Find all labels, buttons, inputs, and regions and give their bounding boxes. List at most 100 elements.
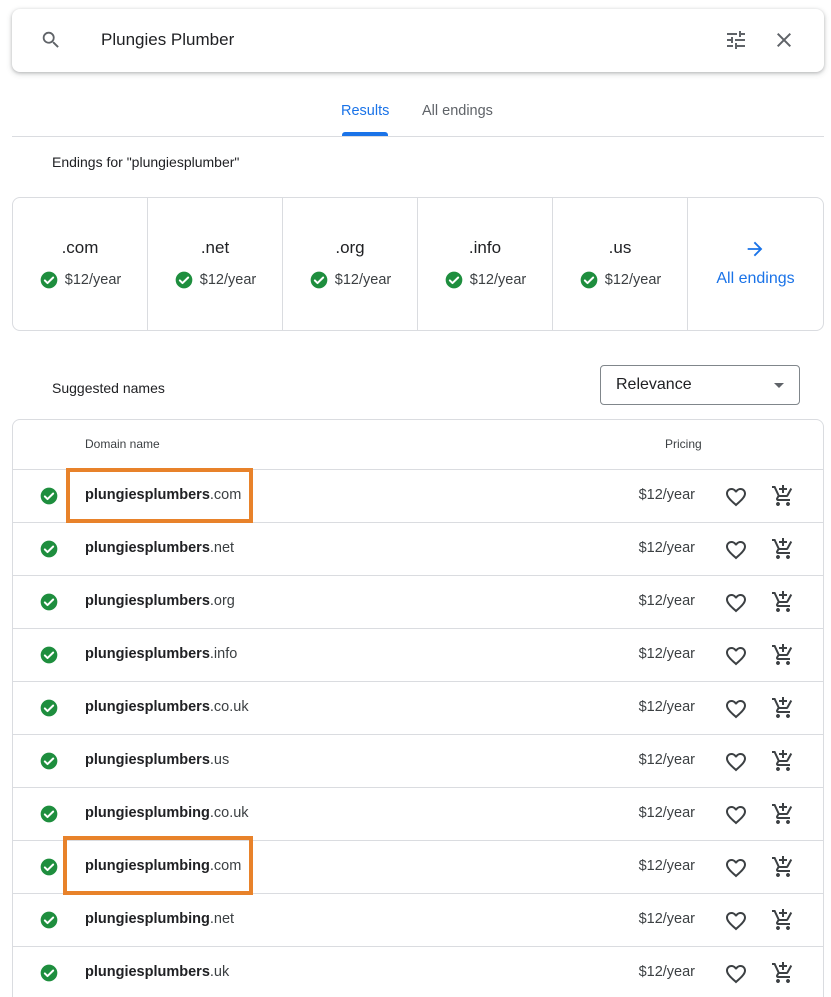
search-icon[interactable]: [40, 29, 62, 51]
domain-base: plungiesplumbers: [85, 964, 210, 980]
ending-name: .info: [468, 238, 502, 257]
sort-selected-value: Relevance: [616, 376, 692, 393]
all-endings-link[interactable]: All endings: [688, 198, 823, 330]
table-header: Domain name Pricing: [13, 420, 823, 470]
tab-all-endings[interactable]: All endings: [422, 103, 493, 119]
check-icon: [580, 271, 598, 289]
domain-base: plungiesplumbers: [85, 646, 210, 662]
heart-icon[interactable]: [724, 803, 748, 827]
check-icon: [40, 487, 58, 505]
ending-price: $12/year: [604, 272, 662, 288]
add-to-cart-icon[interactable]: [771, 484, 795, 508]
ending-name: .com: [61, 238, 99, 257]
ending-name: .us: [608, 238, 632, 257]
ending-card-info[interactable]: .info $12/year: [418, 198, 553, 330]
ending-name: .org: [335, 238, 365, 257]
check-icon: [40, 858, 58, 876]
domain-name[interactable]: plungiesplumbers.net: [85, 540, 234, 556]
heart-icon[interactable]: [724, 591, 748, 615]
domain-base: plungiesplumbing: [85, 805, 210, 821]
heart-icon[interactable]: [724, 644, 748, 668]
domain-tld: .us: [209, 752, 230, 768]
domain-tld: .uk: [209, 964, 230, 980]
heart-icon[interactable]: [724, 750, 748, 774]
dropdown-caret-icon: [774, 383, 784, 388]
domain-name[interactable]: plungiesplumbers.org: [85, 593, 235, 609]
domain-price: $12/year: [638, 487, 695, 503]
add-to-cart-icon[interactable]: [771, 855, 795, 879]
check-icon: [40, 805, 58, 823]
check-icon: [40, 271, 58, 289]
heart-icon[interactable]: [724, 485, 748, 509]
active-tab-indicator: [342, 132, 388, 136]
table-row[interactable]: plungiesplumbers.org $12/year: [13, 576, 823, 629]
all-endings-label: All endings: [716, 270, 795, 287]
heart-icon[interactable]: [724, 856, 748, 880]
domain-base: plungiesplumbers: [85, 540, 210, 556]
domain-base: plungiesplumbing: [85, 911, 210, 927]
check-icon: [310, 271, 328, 289]
check-icon: [175, 271, 193, 289]
add-to-cart-icon[interactable]: [771, 643, 795, 667]
table-row[interactable]: plungiesplumbing.net $12/year: [13, 894, 823, 947]
table-row[interactable]: plungiesplumbers.co.uk $12/year: [13, 682, 823, 735]
domain-name[interactable]: plungiesplumbers.us: [85, 752, 229, 768]
domain-tld: .net: [209, 540, 235, 556]
arrow-right-icon: [747, 241, 763, 257]
domain-tld: .info: [209, 646, 238, 662]
ending-card-us[interactable]: .us $12/year: [553, 198, 688, 330]
ending-card-org[interactable]: .org $12/year: [283, 198, 418, 330]
table-row[interactable]: plungiesplumbers.net $12/year: [13, 523, 823, 576]
heart-icon[interactable]: [724, 538, 748, 562]
check-icon: [40, 593, 58, 611]
tab-results[interactable]: Results: [341, 103, 389, 119]
search-bar: Plungies Plumber: [12, 9, 824, 72]
domain-name[interactable]: plungiesplumbers.info: [85, 646, 237, 662]
ending-price: $12/year: [64, 272, 122, 288]
check-icon: [40, 911, 58, 929]
table-row[interactable]: plungiesplumbers.info $12/year: [13, 629, 823, 682]
column-header-pricing: Pricing: [665, 437, 702, 451]
check-icon: [40, 964, 58, 982]
add-to-cart-icon[interactable]: [771, 537, 795, 561]
table-row[interactable]: plungiesplumbing.co.uk $12/year: [13, 788, 823, 841]
domain-tld: .co.uk: [209, 699, 249, 715]
add-to-cart-icon[interactable]: [771, 802, 795, 826]
domain-price: $12/year: [638, 858, 695, 874]
endings-row: .com $12/year .net $12/year .org $12/yea…: [12, 197, 824, 331]
suggested-names-heading: Suggested names: [52, 380, 165, 396]
check-icon: [40, 540, 58, 558]
domain-name[interactable]: plungiesplumbers.uk: [85, 964, 229, 980]
sort-dropdown[interactable]: Relevance: [600, 365, 800, 405]
check-icon: [445, 271, 463, 289]
domain-name[interactable]: plungiesplumbers.co.uk: [85, 699, 249, 715]
add-to-cart-icon[interactable]: [771, 590, 795, 614]
table-row[interactable]: plungiesplumbers.us $12/year: [13, 735, 823, 788]
ending-card-com[interactable]: .com $12/year: [13, 198, 148, 330]
heart-icon[interactable]: [724, 962, 748, 986]
domain-price: $12/year: [638, 805, 695, 821]
search-input[interactable]: Plungies Plumber: [101, 29, 234, 51]
table-row[interactable]: plungiesplumbers.uk $12/year: [13, 947, 823, 997]
domain-name[interactable]: plungiesplumbing.net: [85, 911, 234, 927]
domain-price: $12/year: [638, 593, 695, 609]
domain-tld: .net: [209, 911, 235, 927]
ending-card-net[interactable]: .net $12/year: [148, 198, 283, 330]
highlight-box: [63, 836, 253, 895]
domain-price: $12/year: [638, 699, 695, 715]
tab-bar: Results All endings: [12, 92, 824, 137]
ending-price: $12/year: [199, 272, 257, 288]
add-to-cart-icon[interactable]: [771, 749, 795, 773]
close-icon[interactable]: [772, 28, 796, 52]
domain-price: $12/year: [638, 911, 695, 927]
add-to-cart-icon[interactable]: [771, 696, 795, 720]
domain-name[interactable]: plungiesplumbing.co.uk: [85, 805, 249, 821]
highlight-box: [66, 468, 253, 523]
heart-icon[interactable]: [724, 697, 748, 721]
heart-icon[interactable]: [724, 909, 748, 933]
ending-price: $12/year: [469, 272, 527, 288]
add-to-cart-icon[interactable]: [771, 961, 795, 985]
check-icon: [40, 699, 58, 717]
filter-icon[interactable]: [724, 28, 748, 52]
add-to-cart-icon[interactable]: [771, 908, 795, 932]
